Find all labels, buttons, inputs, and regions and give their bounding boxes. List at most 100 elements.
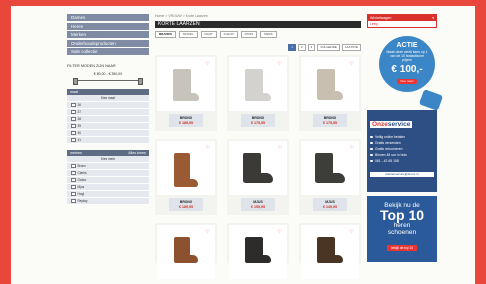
product-card[interactable]: ♡ MJUS € 159,95 <box>227 139 289 215</box>
brand-option[interactable]: Hogl <box>67 191 149 198</box>
service-email-link[interactable]: klantenservice@bronx.nl <box>370 172 434 177</box>
product-image[interactable]: ♡ <box>301 141 359 195</box>
checkbox[interactable] <box>71 191 76 197</box>
product-image[interactable]: ♡ <box>301 57 359 111</box>
checkbox[interactable] <box>71 116 76 122</box>
product-image[interactable]: ♡ <box>301 225 359 279</box>
boot-shaft <box>243 153 261 175</box>
checkbox[interactable] <box>71 184 76 190</box>
size-option[interactable]: 36 <box>67 102 149 109</box>
favorite-icon[interactable]: ♡ <box>350 145 354 151</box>
product-price-tag: BRONX € 189,95 <box>169 114 203 127</box>
checkbox[interactable] <box>71 130 76 136</box>
nav-item-dames[interactable]: Dames <box>67 14 149 21</box>
cart-widget[interactable]: Winkelwagen ▾ Leeg <box>367 14 437 28</box>
tab-maat[interactable]: MAAT <box>200 31 217 38</box>
nav-item-heren[interactable]: Heren <box>67 22 149 30</box>
product-image[interactable]: ♡ <box>157 57 215 111</box>
nav-item-sale[interactable]: Sale collectie <box>67 48 149 55</box>
breadcrumb[interactable]: Home > VROUW > Korte Laarzen <box>155 14 361 19</box>
boot-shaft <box>317 237 335 257</box>
product-image[interactable]: ♡ <box>229 57 287 111</box>
top10-banner[interactable]: Bekijk nu de Top 10 heren schoenen bekij… <box>367 196 437 262</box>
favorite-icon[interactable]: ♡ <box>206 145 210 151</box>
checkbox[interactable] <box>71 137 76 143</box>
checkbox[interactable] <box>71 163 76 169</box>
top10-line3: heren <box>393 222 411 229</box>
tab-brands[interactable]: BRANDS <box>155 31 176 38</box>
tab-prijs[interactable]: PRIJS <box>240 31 258 38</box>
price-slider-max-handle[interactable] <box>138 78 143 85</box>
brand-option[interactable]: Replay <box>67 198 149 205</box>
size-option[interactable]: 39 <box>67 123 149 130</box>
favorite-icon[interactable]: ♡ <box>206 61 210 67</box>
boot-shaft <box>245 69 263 95</box>
product-brand: MJUS <box>253 200 263 204</box>
favorite-icon[interactable]: ♡ <box>278 61 282 67</box>
product-image[interactable]: ♡ <box>229 141 287 195</box>
boot-shaft <box>245 237 263 257</box>
price-filter-title: FILTER MODEN ZIJN NAAR <box>67 64 116 68</box>
size-option[interactable]: 37 <box>67 109 149 116</box>
brand-panel-select[interactable]: Kies merk <box>67 156 149 163</box>
product-image[interactable]: ♡ <box>157 141 215 195</box>
price-slider-min-handle[interactable] <box>73 78 78 85</box>
nav-item-onderhoud[interactable]: Onderhoudsproducten <box>67 39 149 47</box>
size-panel-title: maat <box>70 90 78 94</box>
promo-banner[interactable]: ACTIE Maak deze week kans op 1 van de 10… <box>367 28 444 111</box>
checkbox[interactable] <box>71 177 76 183</box>
favorite-icon[interactable]: ♡ <box>206 229 210 235</box>
favorite-icon[interactable]: ♡ <box>278 229 282 235</box>
phone-icon <box>370 159 373 163</box>
promo-text: Maak deze week kans op 1 van de 10 fanta… <box>386 50 428 63</box>
brand-filter-panel: merken Alles tonen Kies merk Bronx Clark… <box>67 150 149 205</box>
price-slider[interactable] <box>73 78 143 85</box>
favorite-icon[interactable]: ♡ <box>350 61 354 67</box>
product-card[interactable]: ♡ BRONX € 179,95 <box>227 55 289 131</box>
brand-option[interactable]: Clarks <box>67 170 149 177</box>
product-card[interactable]: ♡ <box>299 223 361 279</box>
next-page-button[interactable]: VOLGENDE <box>317 44 340 51</box>
shop-page: Dames Heren Merken Onderhoudsproducten S… <box>11 6 475 284</box>
size-filter-panel: maat Kies maat 36 37 38 39 40 41 <box>67 89 149 144</box>
page-2-button[interactable]: 2 <box>297 44 306 51</box>
checkbox[interactable] <box>71 198 76 204</box>
brand-panel-show-all-link[interactable]: Alles tonen <box>128 150 146 156</box>
product-card[interactable]: ♡ MJUS € 149,95 <box>299 139 361 215</box>
checkbox[interactable] <box>71 109 76 115</box>
checkbox[interactable] <box>71 170 76 176</box>
size-option[interactable]: 40 <box>67 130 149 137</box>
product-card[interactable]: ♡ <box>155 223 217 279</box>
brand-option[interactable]: Gabor <box>67 177 149 184</box>
tab-merk[interactable]: MERK <box>260 31 277 38</box>
promo-button[interactable]: Doe mee! <box>397 79 417 84</box>
last-page-button[interactable]: LAATSTE <box>341 44 361 51</box>
checkbox[interactable] <box>71 102 76 108</box>
pagination: 1 2 3 VOLGENDE LAATSTE <box>155 44 361 51</box>
size-option[interactable]: 41 <box>67 137 149 144</box>
page-3-button[interactable]: 3 <box>307 44 316 51</box>
brand-option[interactable]: Bronx <box>67 163 149 170</box>
product-card[interactable]: ♡ <box>227 223 289 279</box>
product-brand: BRONX <box>179 116 193 120</box>
size-option[interactable]: 38 <box>67 116 149 123</box>
product-card[interactable]: ♡ BRONX € 179,95 <box>299 55 361 131</box>
nav-item-merken[interactable]: Merken <box>67 31 149 38</box>
product-card[interactable]: ♡ BRONX € 189,95 <box>155 139 217 215</box>
favorite-icon[interactable]: ♡ <box>278 145 282 151</box>
favorite-icon[interactable]: ♡ <box>350 229 354 235</box>
brand-option[interactable]: Mjus <box>67 184 149 191</box>
boot-foot <box>245 255 271 263</box>
product-image[interactable]: ♡ <box>229 225 287 279</box>
product-card[interactable]: ♡ BRONX € 189,95 <box>155 55 217 131</box>
tab-model[interactable]: MODEL <box>178 31 198 38</box>
top10-button[interactable]: bekijk de top 10 <box>386 245 418 251</box>
size-panel-select[interactable]: Kies maat <box>67 95 149 102</box>
tab-kleur[interactable]: KLEUR <box>219 31 238 38</box>
cart-icon: ▾ <box>432 16 434 20</box>
product-brand: BRONX <box>179 200 193 204</box>
page-1-button[interactable]: 1 <box>288 44 296 51</box>
checkbox[interactable] <box>71 123 76 129</box>
boot-foot <box>245 93 271 101</box>
product-image[interactable]: ♡ <box>157 225 215 279</box>
